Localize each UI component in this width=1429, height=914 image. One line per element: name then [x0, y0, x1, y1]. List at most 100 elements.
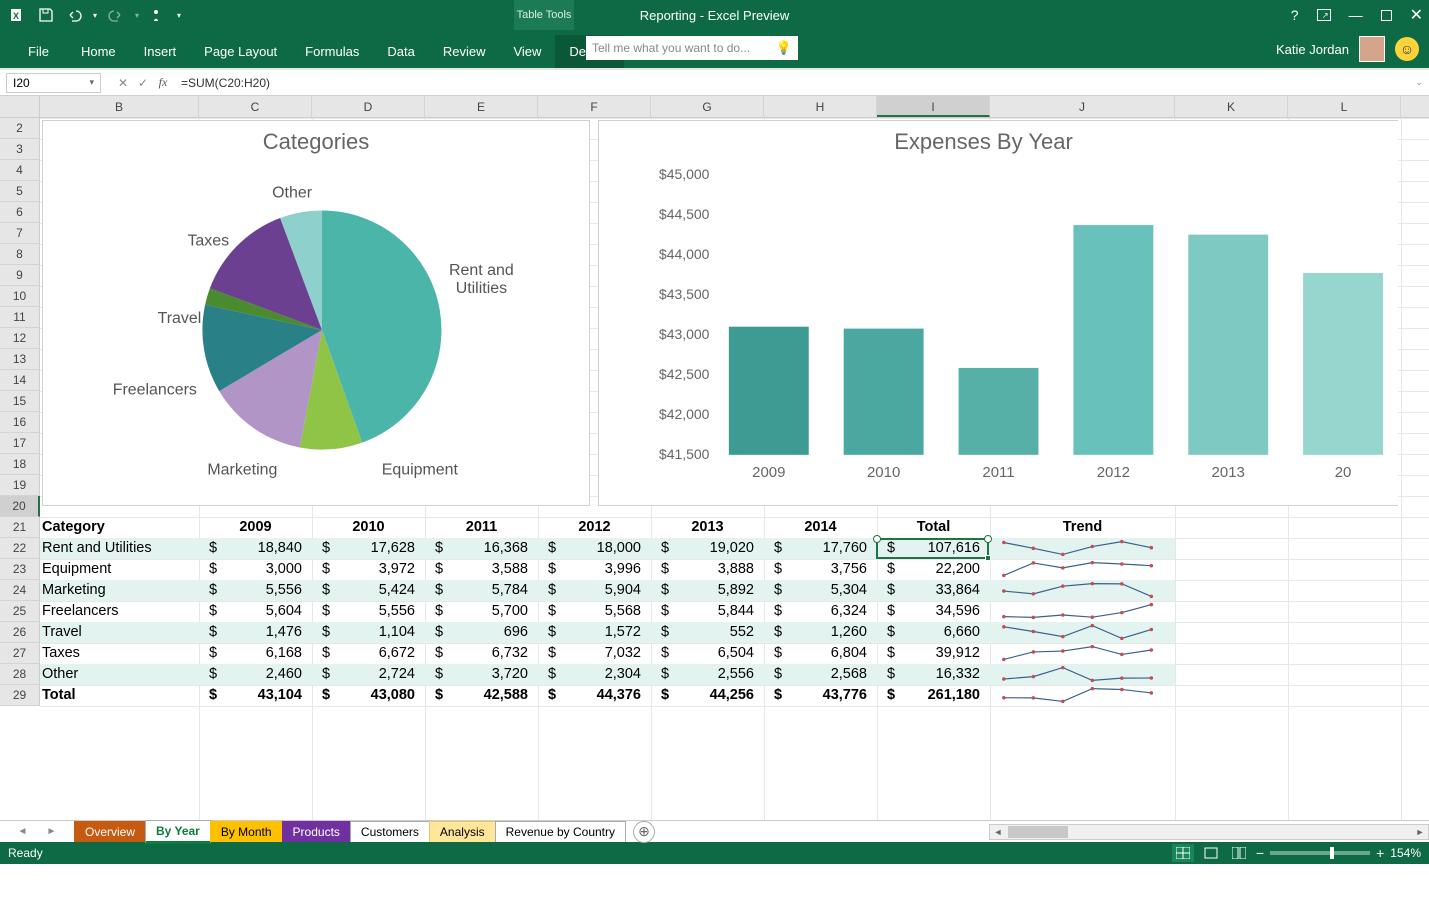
row-header-7[interactable]: 7	[0, 223, 40, 244]
table-cell[interactable]: $16,368	[425, 538, 538, 559]
row-header-28[interactable]: 28	[0, 664, 40, 685]
normal-view-icon[interactable]	[1172, 844, 1194, 862]
file-tab[interactable]: File	[10, 35, 67, 68]
row-header-10[interactable]: 10	[0, 286, 40, 307]
zoom-slider[interactable]	[1270, 851, 1370, 855]
table-cell[interactable]: $43,080	[312, 685, 425, 706]
table-cell[interactable]: $6,804	[764, 643, 877, 664]
page-break-view-icon[interactable]	[1228, 844, 1250, 862]
row-header-13[interactable]: 13	[0, 349, 40, 370]
table-header[interactable]: 2014	[764, 517, 877, 538]
col-header-F[interactable]: F	[538, 96, 651, 117]
table-cell[interactable]: $2,304	[538, 664, 651, 685]
page-layout-view-icon[interactable]	[1200, 844, 1222, 862]
col-header-G[interactable]: G	[651, 96, 764, 117]
table-cell[interactable]: $22,200	[877, 559, 990, 580]
sparkline[interactable]	[990, 622, 1175, 643]
col-header-B[interactable]: B	[40, 96, 199, 117]
table-header[interactable]: 2012	[538, 517, 651, 538]
formulas-tab[interactable]: Formulas	[291, 35, 373, 68]
row-header-9[interactable]: 9	[0, 265, 40, 286]
table-cell[interactable]: $17,760	[764, 538, 877, 559]
table-cell[interactable]: $6,672	[312, 643, 425, 664]
table-cell[interactable]: $261,180	[877, 685, 990, 706]
row-header-16[interactable]: 16	[0, 412, 40, 433]
sparkline[interactable]	[990, 580, 1175, 601]
redo-dropdown-icon[interactable]: ▾	[132, 3, 142, 27]
insert-tab[interactable]: Insert	[130, 35, 191, 68]
table-cell[interactable]: $5,844	[651, 601, 764, 622]
sheet-tab-by-month[interactable]: By Month	[210, 821, 283, 842]
row-header-12[interactable]: 12	[0, 328, 40, 349]
table-header[interactable]: 2013	[651, 517, 764, 538]
table-cell[interactable]: $3,756	[764, 559, 877, 580]
sparkline[interactable]	[990, 643, 1175, 664]
maximize-icon[interactable]	[1381, 10, 1392, 21]
table-cell[interactable]: $44,256	[651, 685, 764, 706]
table-cell[interactable]: $18,000	[538, 538, 651, 559]
table-cell[interactable]: $3,000	[199, 559, 312, 580]
name-box-dropdown-icon[interactable]: ▾	[89, 77, 94, 88]
qat-customize-icon[interactable]: ▾	[174, 3, 184, 27]
cancel-formula-icon[interactable]: ✕	[113, 76, 133, 90]
review-tab[interactable]: Review	[429, 35, 500, 68]
table-cell[interactable]: $5,784	[425, 580, 538, 601]
row-header-26[interactable]: 26	[0, 622, 40, 643]
table-cell[interactable]: $6,732	[425, 643, 538, 664]
col-header-I[interactable]: I	[877, 96, 990, 117]
table-cell[interactable]: $3,996	[538, 559, 651, 580]
table-cell[interactable]: $17,628	[312, 538, 425, 559]
bar-chart[interactable]: Expenses By Year $45,000$44,500$44,000$4…	[598, 120, 1398, 506]
sparkline[interactable]	[990, 538, 1175, 559]
sheet-tab-by-year[interactable]: By Year	[145, 820, 211, 844]
table-header[interactable]: 2011	[425, 517, 538, 538]
row-header-18[interactable]: 18	[0, 454, 40, 475]
table-cell[interactable]: $5,556	[312, 601, 425, 622]
table-cell[interactable]: $3,588	[425, 559, 538, 580]
sheet-tab-analysis[interactable]: Analysis	[429, 821, 496, 842]
sheet-tab-revenue[interactable]: Revenue by Country	[495, 821, 626, 842]
table-cell[interactable]: $3,720	[425, 664, 538, 685]
table-cell-category[interactable]: Total	[40, 685, 199, 706]
row-header-29[interactable]: 29	[0, 685, 40, 706]
select-all-corner[interactable]	[0, 96, 40, 117]
table-cell[interactable]: $16,332	[877, 664, 990, 685]
sparkline[interactable]	[990, 685, 1175, 706]
spreadsheet-grid[interactable]: B C D E F G H I J K L 234567891011121314…	[0, 96, 1429, 820]
row-header-24[interactable]: 24	[0, 580, 40, 601]
row-header-22[interactable]: 22	[0, 538, 40, 559]
page-layout-tab[interactable]: Page Layout	[190, 35, 291, 68]
col-header-K[interactable]: K	[1175, 96, 1288, 117]
sheet-tab-products[interactable]: Products	[282, 821, 351, 842]
row-header-2[interactable]: 2	[0, 118, 40, 139]
zoom-thumb[interactable]	[1330, 847, 1334, 859]
table-cell[interactable]: $552	[651, 622, 764, 643]
table-cell[interactable]: $6,660	[877, 622, 990, 643]
sheet-nav-next-icon[interactable]: ►	[47, 826, 57, 837]
view-tab[interactable]: View	[499, 35, 555, 68]
col-header-C[interactable]: C	[199, 96, 312, 117]
col-header-H[interactable]: H	[764, 96, 877, 117]
row-header-25[interactable]: 25	[0, 601, 40, 622]
row-header-4[interactable]: 4	[0, 160, 40, 181]
table-cell[interactable]: $6,168	[199, 643, 312, 664]
expand-formula-bar-icon[interactable]: ⌄	[1413, 77, 1429, 88]
zoom-out-icon[interactable]: −	[1256, 845, 1264, 861]
minimize-icon[interactable]: —	[1349, 7, 1363, 23]
table-header[interactable]: Trend	[990, 517, 1175, 538]
hscroll-right-icon[interactable]: ►	[1412, 827, 1428, 837]
table-cell[interactable]: $33,864	[877, 580, 990, 601]
row-header-27[interactable]: 27	[0, 643, 40, 664]
table-cell[interactable]: $42,588	[425, 685, 538, 706]
table-cell[interactable]: $5,700	[425, 601, 538, 622]
row-header-20[interactable]: 20	[0, 496, 40, 517]
tell-me-search[interactable]: Tell me what you want to do... 💡	[586, 36, 798, 60]
accept-formula-icon[interactable]: ✓	[133, 76, 153, 90]
row-header-21[interactable]: 21	[0, 517, 40, 538]
row-header-17[interactable]: 17	[0, 433, 40, 454]
sparkline[interactable]	[990, 559, 1175, 580]
table-cell[interactable]: $6,324	[764, 601, 877, 622]
table-cell[interactable]: $696	[425, 622, 538, 643]
sheet-tab-customers[interactable]: Customers	[350, 821, 430, 842]
help-icon[interactable]: ?	[1291, 7, 1299, 23]
